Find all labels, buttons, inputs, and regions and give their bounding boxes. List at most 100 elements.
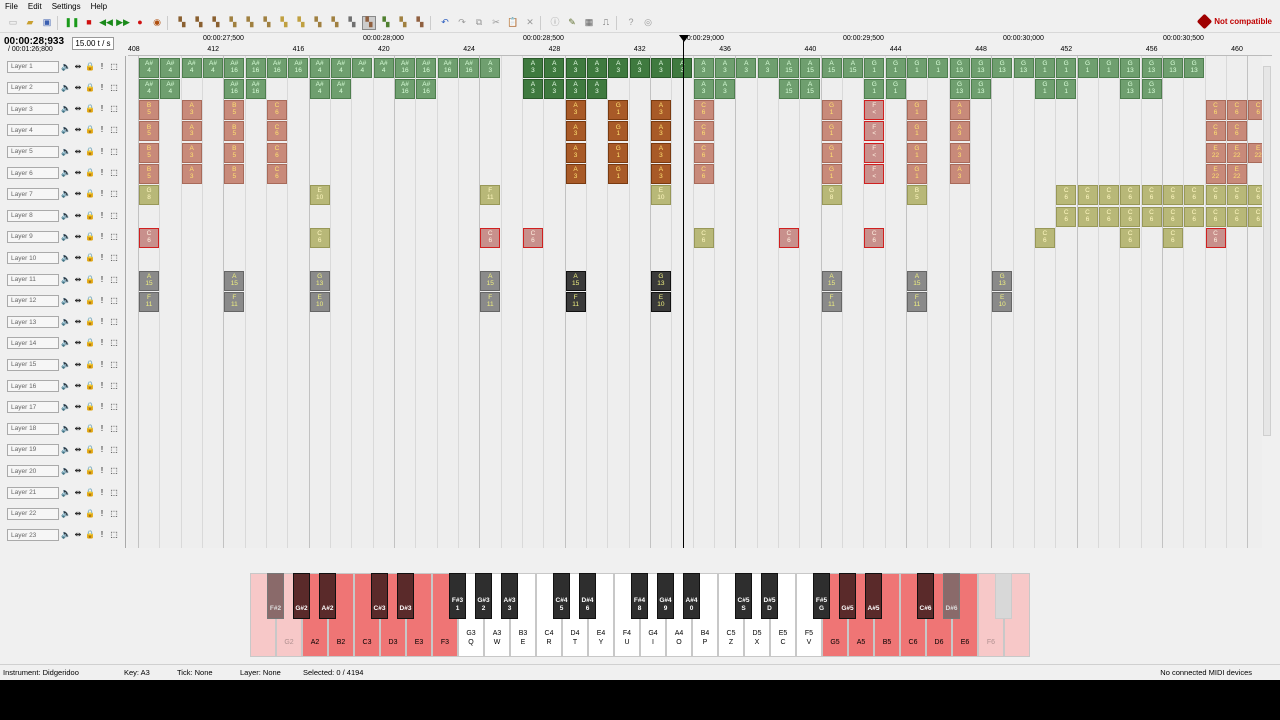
select-layer-icon[interactable]: ⬚ [109,190,119,198]
note-block[interactable]: C6 [1248,100,1262,121]
select-layer-icon[interactable]: ⬚ [109,147,119,156]
solo-icon[interactable]: ! [97,126,107,134]
note-block[interactable]: G 13 [970,57,991,78]
note-block[interactable]: G1 [1034,57,1055,78]
note-block[interactable]: A# 16 [416,78,437,99]
note-block[interactable]: C6 [1056,206,1077,227]
note-block[interactable]: F 11 [565,291,586,312]
piano-black-key[interactable]: F#4 8 [631,573,648,619]
note-block[interactable]: C6 [1248,206,1262,227]
select-layer-icon[interactable]: ⬚ [109,382,119,390]
note-block[interactable]: C6 [1205,206,1226,227]
lock-icon[interactable]: 🔒 [85,126,95,134]
note-block[interactable]: C6 [309,227,330,248]
instrument-banjo-icon[interactable]: ▚ [396,16,410,30]
vertical-scrollbar[interactable] [1262,56,1272,548]
layer-name-field[interactable]: Layer 3 [7,103,59,116]
note-block[interactable]: C6 [1162,185,1183,206]
help-icon[interactable]: ? [624,16,638,30]
note-block[interactable]: G1 [608,164,629,184]
select-layer-icon[interactable]: ⬚ [109,531,119,539]
note-block[interactable]: C6 [266,142,287,163]
layer-name-field[interactable]: Layer 16 [7,380,59,392]
note-block[interactable]: A# 16 [458,57,479,78]
note-block[interactable]: C6 [1098,185,1119,206]
note-block[interactable]: A3 [714,78,735,99]
note-block[interactable]: C6 [1034,227,1055,248]
layer-name-field[interactable]: Layer 11 [7,273,59,286]
note-block[interactable]: F < [864,121,885,142]
volume-icon[interactable]: 🔈 [61,296,71,305]
select-layer-icon[interactable]: ⬚ [109,445,119,454]
select-layer-icon[interactable]: ⬚ [109,169,119,177]
piano-black-key[interactable]: D#5 D [761,573,778,619]
volume-icon[interactable]: 🔈 [61,105,71,113]
lock-icon[interactable]: 🔒 [85,531,95,539]
note-block[interactable]: C6 [1205,100,1226,121]
note-block[interactable]: C6 [864,227,885,248]
note-block[interactable]: G 13 [1184,57,1205,78]
note-block[interactable]: A3 [949,100,970,121]
note-block[interactable]: A3 [650,164,671,184]
note-block[interactable]: A# 4 [352,57,373,78]
layer-name-field[interactable]: Layer 23 [7,529,59,542]
note-block[interactable]: A# 4 [202,57,223,78]
note-block[interactable]: A3 [650,100,671,121]
instrument-flute-icon[interactable]: ▚ [277,16,291,30]
stereo-icon[interactable]: ⇹ [73,232,83,241]
note-block[interactable]: A3 [629,57,650,78]
note-grid[interactable]: A# 4 A# 4 A# 4 A# 4 A# 16 A# 16 A# 16 A# 16 A# 4 A# 4 A# 4 A# 4… [128,56,1262,548]
volume-icon[interactable]: 🔈 [61,424,71,433]
note-block[interactable]: A3 [181,142,202,163]
volume-icon[interactable]: 🔈 [61,147,71,156]
solo-icon[interactable]: ! [97,275,107,284]
solo-icon[interactable]: ! [97,232,107,241]
layer-name-field[interactable]: Layer 8 [7,209,59,222]
instrument-didgeridoo-icon[interactable]: ▚ [362,15,376,30]
note-block[interactable]: A# 16 [224,78,245,99]
note-block[interactable]: A3 [693,78,714,99]
rewind-icon[interactable]: ◀◀ [99,16,113,30]
note-block[interactable]: C6 [1226,121,1247,142]
instrument-bit-icon[interactable]: ▚ [379,16,393,30]
tempo-input[interactable]: 15.00 t / s [72,37,114,50]
piano-black-key[interactable]: C#6 [917,573,934,619]
note-block[interactable]: G8 [139,185,159,206]
volume-icon[interactable]: 🔈 [61,382,71,390]
instrument-guitar-icon[interactable]: ▚ [260,16,274,30]
song-stats-icon[interactable]: ▦ [582,16,596,30]
note-block[interactable]: C6 [1098,206,1119,227]
volume-icon[interactable]: 🔈 [61,339,71,347]
note-block[interactable]: C6 [1162,206,1183,227]
select-layer-icon[interactable]: ⬚ [109,62,119,71]
note-block[interactable]: A3 [480,57,501,78]
piano-black-key[interactable]: A#5 [865,573,882,619]
select-layer-icon[interactable]: ⬚ [109,296,119,305]
note-block[interactable]: G 13 [1120,78,1141,99]
stereo-icon[interactable]: ⇹ [73,382,83,390]
menu-edit[interactable]: Edit [23,2,47,11]
note-block[interactable]: A3 [586,57,607,78]
playhead-marker-icon[interactable] [679,35,689,42]
layer-name-field[interactable]: Layer 15 [7,358,59,371]
note-block[interactable]: A# 4 [309,57,330,78]
lock-icon[interactable]: 🔒 [85,275,95,284]
lock-icon[interactable]: 🔒 [85,424,95,433]
piano-black-key[interactable]: G#4 9 [657,573,674,619]
piano-black-key[interactable]: D#6 [943,573,960,619]
note-block[interactable]: A# 4 [373,57,394,78]
lock-icon[interactable]: 🔒 [85,488,95,497]
note-block[interactable]: A 15 [224,270,245,291]
lock-icon[interactable]: 🔒 [85,339,95,347]
stereo-icon[interactable]: ⇹ [73,83,83,92]
note-block[interactable]: A# 4 [330,78,351,99]
note-block[interactable]: G 13 [1013,57,1034,78]
note-block[interactable]: A3 [565,78,586,99]
note-block[interactable]: G1 [821,121,842,142]
volume-icon[interactable]: 🔈 [61,190,71,198]
select-layer-icon[interactable]: ⬚ [109,105,119,113]
layer-name-field[interactable]: Layer 14 [7,337,59,350]
note-block[interactable]: G1 [864,78,885,99]
midi-devices-icon[interactable]: ⎍ [599,16,613,30]
note-block[interactable]: G 13 [992,57,1013,78]
